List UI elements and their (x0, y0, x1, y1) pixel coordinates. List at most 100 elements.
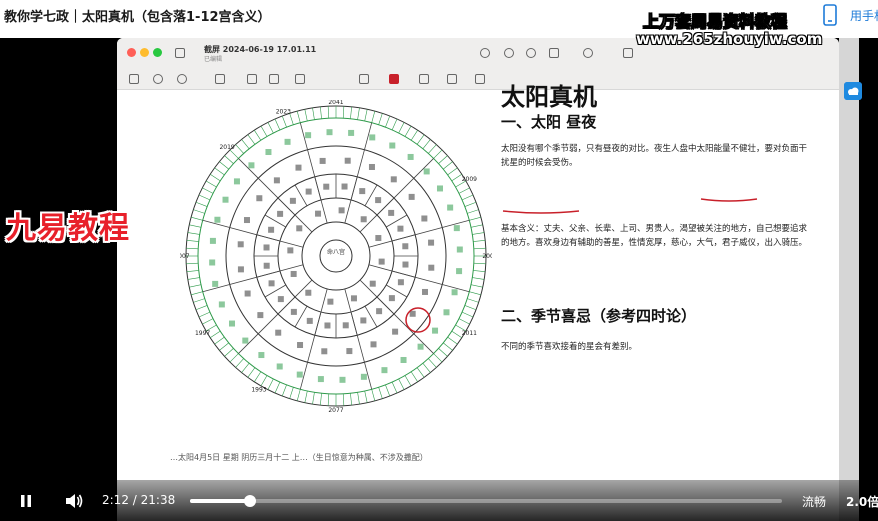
wheel-year-label: 2077 (328, 407, 343, 412)
wheel-glyph-mark (263, 262, 270, 269)
wheel-tick (342, 106, 345, 119)
wheel-glyph-mark (388, 209, 395, 216)
wheel-glyph-mark (209, 237, 216, 244)
wheel-glyph-mark (265, 149, 272, 156)
wheel-inner-spoke (386, 214, 408, 228)
progress-handle[interactable] (244, 495, 257, 507)
wheel-glyph-mark (321, 348, 328, 355)
wheel-glyph-mark (237, 241, 244, 248)
wheel-tick (304, 109, 308, 122)
speed-button[interactable]: 2.0倍 (846, 493, 878, 510)
wheel-tick (364, 109, 368, 122)
phone-watch-link[interactable]: 用手机 (850, 7, 878, 24)
wheel-tick (191, 291, 203, 296)
wheel-tick (254, 371, 262, 382)
section-heading-1: 一、太阳 昼夜 (501, 113, 597, 131)
wheel-tick (189, 224, 202, 228)
wheel-glyph-mark (375, 235, 382, 242)
wheel-tick (210, 330, 221, 338)
wheel-glyph-mark (392, 328, 399, 335)
wheel-glyph-mark (341, 183, 348, 190)
progress-bar[interactable] (190, 495, 782, 507)
wheel-tick (416, 134, 425, 145)
wheel-spoke (202, 219, 304, 248)
wheel-tick (202, 318, 214, 325)
wheel-tick (320, 393, 322, 406)
wheel-tick (186, 270, 199, 272)
wheel-glyph-mark (342, 322, 349, 329)
info-icon (480, 48, 490, 58)
wheel-year-label: 2009 (462, 176, 477, 183)
wheel-glyph-mark (409, 310, 416, 317)
wheel-tick (342, 393, 345, 406)
wheel-tick (195, 201, 208, 207)
phone-icon[interactable] (822, 4, 838, 26)
wheel-glyph-mark (263, 244, 270, 251)
zoom-in-icon (526, 48, 536, 58)
minimize-window-icon (140, 48, 149, 57)
wheel-glyph-mark (436, 185, 443, 192)
wheel-tick (473, 247, 486, 250)
wheel-tick (193, 298, 205, 303)
wheel-tick (447, 167, 458, 176)
wheel-glyph-mark (400, 356, 407, 363)
wheel-tick (274, 118, 281, 131)
wheel-tick (350, 393, 352, 406)
wheel-glyph-mark (447, 204, 454, 211)
wheel-tick (458, 187, 470, 194)
pause-icon[interactable] (18, 493, 34, 509)
wheel-glyph-mark (348, 129, 355, 136)
markup-icon (583, 48, 593, 58)
annotate-icon (475, 74, 485, 84)
quality-button[interactable]: 流畅 (802, 493, 826, 510)
current-time: 2:12 (102, 493, 129, 507)
wheel-glyph-mark (222, 196, 229, 203)
wheel-glyph-mark (214, 216, 221, 223)
wheel-spoke (368, 219, 470, 248)
wheel-year-label: 2003 (482, 253, 492, 260)
text-tool-icon (247, 74, 257, 84)
watermark-title: 上万套周易资料教程 (643, 12, 788, 32)
wheel-glyph-mark (277, 296, 284, 303)
wheel-spoke (299, 122, 328, 224)
wheel-glyph-mark (443, 309, 450, 316)
wheel-tick (186, 240, 199, 242)
wheel-glyph-mark (421, 215, 428, 222)
wheel-year-label: 2041 (328, 100, 343, 106)
wheel-tick (378, 113, 383, 125)
close-window-icon (127, 48, 136, 57)
wheel-inner-spoke (264, 284, 286, 298)
wheel-glyph-mark (408, 193, 415, 200)
volume-icon[interactable] (64, 492, 84, 510)
wheel-tick (214, 336, 225, 345)
wheel-tick (260, 125, 268, 137)
wheel-glyph-mark (319, 157, 326, 164)
wheel-tick (219, 161, 229, 170)
wheel-tick (191, 216, 203, 221)
wheel-tick (210, 174, 221, 182)
wheel-tick (267, 378, 274, 390)
wheel-tick (198, 311, 211, 318)
wheel-glyph-mark (306, 317, 313, 324)
wheel-tick (320, 106, 322, 119)
wheel-glyph-mark (402, 243, 409, 250)
wheel-year-label: 1997 (195, 330, 210, 337)
doc-bottom-text: …太阳4月5日 星期 阴历三月十二 上…（生日惊意为种属、不涉及撒配） (170, 453, 428, 462)
wheel-glyph-mark (290, 308, 297, 315)
wheel-tick (247, 134, 256, 145)
wheel-tick (195, 305, 208, 311)
sketch-tool-icon (153, 74, 163, 84)
wheel-glyph-mark (243, 217, 250, 224)
wheel-tick (247, 367, 256, 378)
wheel-glyph-mark (397, 225, 404, 232)
wheel-tick (281, 384, 287, 397)
wheel-tick (467, 209, 479, 214)
wheel-spoke (299, 288, 328, 390)
page-title: 教你学七政｜太阳真机（包含落1-12宫含义） (4, 10, 271, 25)
wheel-tick (281, 115, 287, 128)
wheel-tick (193, 209, 205, 214)
side-panel (839, 38, 859, 521)
wheel-tick (473, 262, 486, 265)
wheel-glyph-mark (390, 176, 397, 183)
wheel-tick (296, 389, 301, 401)
